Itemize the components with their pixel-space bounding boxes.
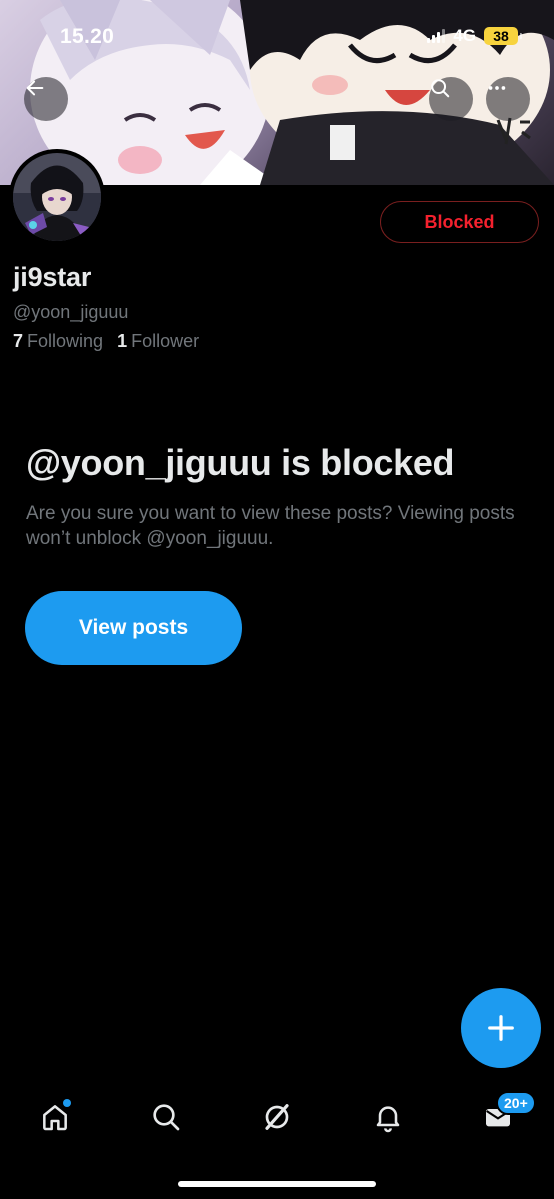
view-posts-button[interactable]: View posts [25,591,242,665]
search-button[interactable] [429,77,473,121]
arrow-left-icon [26,80,44,96]
blocked-notice-description: Are you sure you want to view these post… [26,503,515,549]
followers-label: Follower [131,331,200,351]
nav-home[interactable] [33,1095,77,1139]
followers-link[interactable]: 1 Follower [117,331,199,352]
following-count: 7 [13,331,24,351]
following-link[interactable]: 7 Following [13,331,103,352]
nav-messages[interactable]: 20+ [476,1091,536,1139]
display-name: ji9star [13,262,92,292]
status-time: 15.20 [60,25,115,48]
bell-icon [376,1106,400,1133]
status-indicators: 4G 38 [427,26,522,46]
more-options-button[interactable] [486,77,530,121]
followers-count: 1 [117,331,128,351]
messages-badge: 20+ [496,1091,536,1115]
plus-icon [488,1015,514,1041]
avatar-image [13,153,101,241]
nav-explore[interactable] [144,1095,188,1139]
more-horizontal-icon [488,86,506,90]
profile-handle: @yoon_jiguuu [13,302,129,322]
nav-notifications[interactable] [366,1095,410,1139]
status-bar: 15.20 4G 38 [0,0,554,70]
home-notification-dot [63,1099,71,1107]
battery-icon: 38 [484,27,522,45]
search-icon [153,1104,180,1131]
nav-grok[interactable] [255,1095,299,1139]
back-button[interactable] [24,77,68,121]
home-indicator [178,1181,376,1187]
following-label: Following [27,331,104,351]
signal-icon [427,29,446,43]
network-label: 4G [453,26,476,45]
blocked-notice-title: @yoon_jiguuu is blocked [26,442,455,483]
compose-post-button[interactable] [461,988,541,1068]
blocked-button[interactable]: Blocked [380,201,539,243]
avatar[interactable] [9,149,105,245]
grok-icon [265,1104,289,1130]
follow-stats: 7 Following 1 Follower [13,331,199,352]
search-icon [431,79,450,98]
bottom-navigation: 20+ [0,1085,554,1147]
